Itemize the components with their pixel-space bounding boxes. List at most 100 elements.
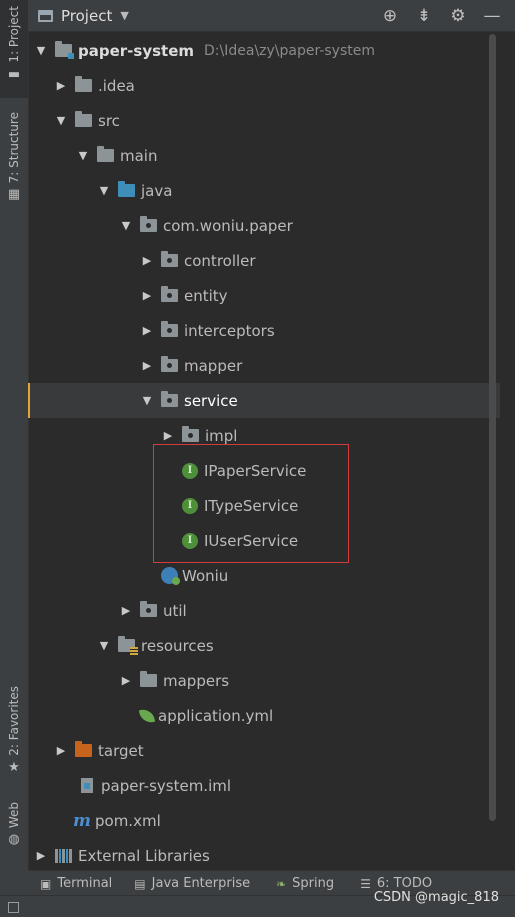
collapse-arrow-icon[interactable]: ▶ xyxy=(55,79,67,92)
tree-node-idea[interactable]: ▶ .idea xyxy=(28,68,500,103)
collapse-arrow-icon[interactable]: ▶ xyxy=(162,429,174,442)
tree-node-main[interactable]: ▼ main xyxy=(28,138,500,173)
tree-node-external-libraries[interactable]: ▶ External Libraries xyxy=(28,838,500,873)
collapse-all-icon[interactable]: ⇟ xyxy=(415,6,433,26)
interface-icon: I xyxy=(182,497,198,514)
tree-node-java[interactable]: ▼ java xyxy=(28,173,500,208)
module-path: D:\Idea\zy\paper-system xyxy=(204,42,375,59)
package-icon xyxy=(161,321,178,337)
collapse-arrow-icon[interactable]: ▶ xyxy=(141,254,153,267)
tree-node-label: main xyxy=(120,146,158,165)
excluded-folder-icon xyxy=(75,741,92,757)
source-root-icon xyxy=(118,181,135,197)
tree-node-itypeservice[interactable]: I ITypeService xyxy=(28,488,500,523)
project-tree[interactable]: ▼ paper-system D:\Idea\zy\paper-system ▶… xyxy=(28,32,500,870)
tree-node-label: util xyxy=(163,601,187,620)
folder-icon xyxy=(97,146,114,162)
tree-node-mapper[interactable]: ▶ mapper xyxy=(28,348,500,383)
favorites-tool-tab[interactable]: 2: Favorites ★ xyxy=(0,682,28,782)
project-panel-header: Project ▼ ⊕ ⇟ ⚙ — xyxy=(28,0,515,32)
tree-node-target[interactable]: ▶ target xyxy=(28,733,500,768)
locate-icon[interactable]: ⊕ xyxy=(381,6,399,26)
tree-node-label: IUserService xyxy=(204,531,299,550)
tree-node-application-yml[interactable]: application.yml xyxy=(28,698,500,733)
chevron-down-icon[interactable]: ▼ xyxy=(120,9,128,22)
globe-icon: ◍ xyxy=(8,832,20,848)
tree-node-pom-xml[interactable]: m pom.xml xyxy=(28,803,500,838)
spring-leaf-icon: ❧ xyxy=(276,876,287,891)
tree-node-label: resources xyxy=(141,636,214,655)
java-enterprise-icon: ▤ xyxy=(134,876,146,891)
tree-node-label: target xyxy=(98,741,144,760)
tree-node-label: entity xyxy=(184,286,228,305)
expand-arrow-icon[interactable]: ▼ xyxy=(55,114,67,127)
spring-tool-button[interactable]: ❧ Spring xyxy=(276,876,334,891)
java-enterprise-tool-button[interactable]: ▤ Java Enterprise xyxy=(134,876,250,891)
toggle-tool-windows-icon[interactable] xyxy=(8,902,19,913)
tool-button-label: Spring xyxy=(292,876,335,891)
tree-node-com-woniu-paper[interactable]: ▼ com.woniu.paper xyxy=(28,208,500,243)
tree-node-mappers[interactable]: ▶ mappers xyxy=(28,663,500,698)
structure-tool-tab[interactable]: 7: Structure ▦ xyxy=(0,108,28,208)
package-icon xyxy=(161,251,178,267)
tree-node-label: pom.xml xyxy=(95,811,161,830)
iml-file-icon xyxy=(81,778,93,793)
collapse-arrow-icon[interactable]: ▶ xyxy=(141,324,153,337)
tree-node-woniu[interactable]: Woniu xyxy=(28,558,500,593)
tree-node-label: java xyxy=(141,181,173,200)
spring-yml-icon xyxy=(138,707,156,724)
tree-node-paper-system[interactable]: ▼ paper-system D:\Idea\zy\paper-system xyxy=(28,33,500,68)
collapse-arrow-icon[interactable]: ▶ xyxy=(55,744,67,757)
minimize-icon[interactable]: — xyxy=(483,6,501,26)
terminal-icon: ▣ xyxy=(40,876,52,891)
vertical-scrollbar[interactable] xyxy=(489,34,496,821)
collapse-arrow-icon[interactable]: ▶ xyxy=(120,674,132,687)
package-icon xyxy=(161,356,178,372)
tree-node-service[interactable]: ▼ service xyxy=(28,383,500,418)
project-tool-tab[interactable]: 1: Project ▬ xyxy=(0,0,28,98)
tree-node-label: mappers xyxy=(163,671,230,690)
tree-node-label: src xyxy=(98,111,120,130)
expand-arrow-icon[interactable]: ▼ xyxy=(120,219,132,232)
tree-node-entity[interactable]: ▶ entity xyxy=(28,278,500,313)
project-tab-label: 1: Project xyxy=(7,6,21,63)
left-tool-stripe: 1: Project ▬ 7: Structure ▦ 2: Favorites… xyxy=(0,0,29,917)
expand-arrow-icon[interactable]: ▼ xyxy=(141,394,153,407)
tree-node-label: External Libraries xyxy=(78,846,210,865)
collapse-arrow-icon[interactable]: ▶ xyxy=(141,289,153,302)
folder-icon xyxy=(140,671,157,687)
tree-node-label: service xyxy=(184,391,238,410)
expand-arrow-icon[interactable]: ▼ xyxy=(35,44,47,57)
tree-node-impl[interactable]: ▶ impl xyxy=(28,418,500,453)
tree-node-label: interceptors xyxy=(184,321,275,340)
expand-arrow-icon[interactable]: ▼ xyxy=(98,639,110,652)
structure-icon: ▦ xyxy=(7,187,21,203)
tree-node-interceptors[interactable]: ▶ interceptors xyxy=(28,313,500,348)
tree-node-paper-system-iml[interactable]: paper-system.iml xyxy=(28,768,500,803)
tree-node-label: paper-system xyxy=(78,41,195,60)
tree-node-label: controller xyxy=(184,251,256,270)
folder-icon xyxy=(75,111,92,127)
terminal-tool-button[interactable]: ▣ Terminal xyxy=(40,876,112,891)
web-tool-tab[interactable]: Web ◍ xyxy=(0,798,28,856)
todo-list-icon: ☰ xyxy=(360,876,371,891)
tree-node-ipaperservice[interactable]: I IPaperService xyxy=(28,453,500,488)
view-selector-title[interactable]: Project xyxy=(61,7,112,25)
package-icon xyxy=(140,216,157,232)
expand-arrow-icon[interactable]: ▼ xyxy=(77,149,89,162)
tree-node-util[interactable]: ▶ util xyxy=(28,593,500,628)
tree-node-iuserservice[interactable]: I IUserService xyxy=(28,523,500,558)
tree-node-src[interactable]: ▼ src xyxy=(28,103,500,138)
collapse-arrow-icon[interactable]: ▶ xyxy=(35,849,47,862)
tree-node-resources[interactable]: ▼ resources xyxy=(28,628,500,663)
tree-node-controller[interactable]: ▶ controller xyxy=(28,243,500,278)
todo-tool-button[interactable]: ☰ 6: TODO xyxy=(360,876,432,891)
tool-button-label: 6: TODO xyxy=(376,876,433,891)
settings-gear-icon[interactable]: ⚙ xyxy=(449,6,467,26)
watermark-text: CSDN @magic_818 xyxy=(373,890,499,905)
collapse-arrow-icon[interactable]: ▶ xyxy=(141,359,153,372)
interface-icon: I xyxy=(182,462,198,479)
collapse-arrow-icon[interactable]: ▶ xyxy=(120,604,132,617)
project-window-icon xyxy=(38,9,53,22)
expand-arrow-icon[interactable]: ▼ xyxy=(98,184,110,197)
